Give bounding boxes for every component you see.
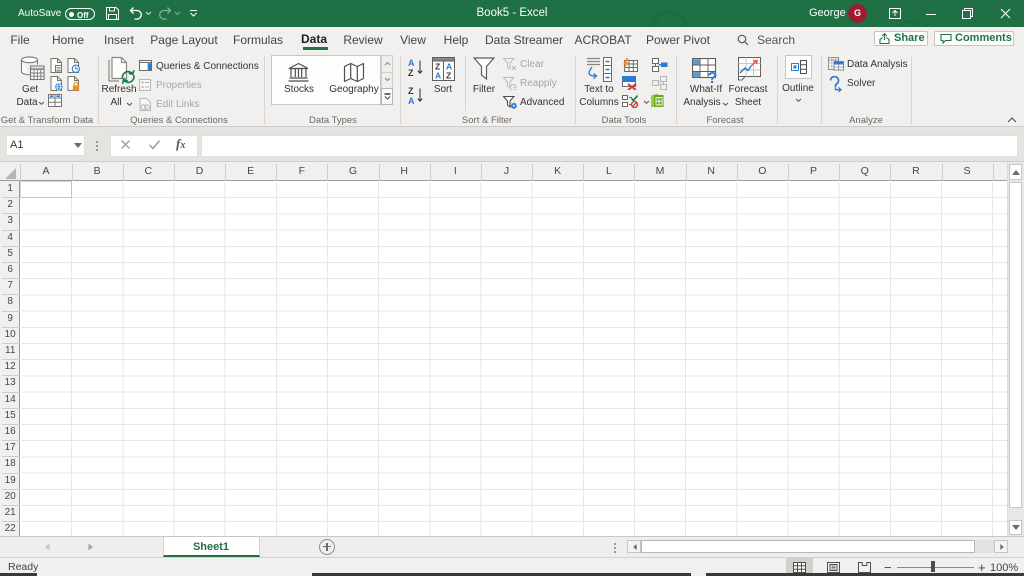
svg-text:A: A bbox=[435, 71, 441, 81]
svg-text:A: A bbox=[408, 58, 415, 68]
svg-text:?: ? bbox=[708, 70, 718, 84]
svg-text:Z: Z bbox=[408, 68, 414, 77]
svg-text:A: A bbox=[408, 96, 415, 105]
svg-text:Z: Z bbox=[446, 71, 451, 81]
svg-text:Z: Z bbox=[408, 86, 414, 96]
